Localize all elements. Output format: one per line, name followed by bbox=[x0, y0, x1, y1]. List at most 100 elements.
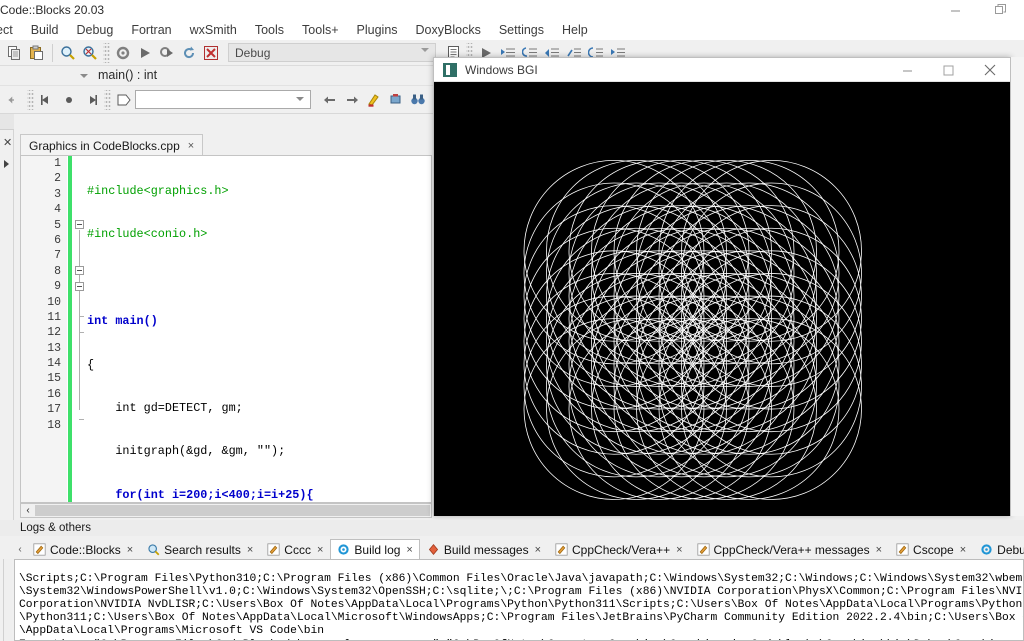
close-icon[interactable]: × bbox=[406, 544, 412, 556]
build-log-output[interactable]: \Scripts;C:\Program Files\Python310;C:\P… bbox=[14, 559, 1024, 641]
build-and-run-icon[interactable] bbox=[156, 41, 178, 65]
minimize-button[interactable] bbox=[932, 0, 978, 20]
close-icon[interactable]: × bbox=[960, 544, 966, 556]
menu-tools[interactable]: Tools bbox=[246, 20, 293, 40]
jump-back-icon[interactable] bbox=[36, 88, 58, 112]
pencil-icon bbox=[267, 543, 280, 556]
close-icon[interactable]: × bbox=[317, 544, 323, 556]
close-icon[interactable]: × bbox=[876, 544, 882, 556]
menu-build[interactable]: Build bbox=[22, 20, 68, 40]
circle-grid-graphic bbox=[434, 82, 1010, 516]
fold-margin[interactable] bbox=[73, 156, 87, 502]
search-input[interactable] bbox=[135, 90, 311, 109]
expand-panel-icon[interactable] bbox=[4, 160, 9, 168]
log-tab-cscope[interactable]: Cscope × bbox=[889, 539, 973, 560]
bgi-maximize-button[interactable] bbox=[928, 58, 969, 82]
rebuild-icon[interactable] bbox=[178, 41, 200, 65]
logs-tabstrip: ‹ Code::Blocks × Search results × Cccc ×… bbox=[14, 538, 1024, 560]
jump-forward-icon[interactable] bbox=[80, 88, 102, 112]
copy-icon[interactable] bbox=[4, 41, 26, 65]
log-tab-cppcheck-vera-messages[interactable]: CppCheck/Vera++ messages × bbox=[690, 539, 890, 560]
restore-button[interactable] bbox=[978, 0, 1024, 20]
fold-box-line5[interactable] bbox=[75, 220, 84, 229]
windows-bgi-window[interactable]: Windows BGI bbox=[433, 57, 1011, 516]
menu-project[interactable]: ect bbox=[0, 20, 22, 40]
toolbar-grip-search[interactable] bbox=[104, 89, 111, 110]
close-icon[interactable]: × bbox=[676, 544, 682, 556]
editor-tab-graphics-cpp[interactable]: Graphics in CodeBlocks.cpp × bbox=[20, 134, 204, 156]
code-line-2: #include<conio.h> bbox=[87, 227, 431, 242]
close-icon[interactable]: × bbox=[127, 544, 133, 556]
jump-current-icon[interactable] bbox=[58, 88, 80, 112]
log-tab-cppcheck-vera[interactable]: CppCheck/Vera++ × bbox=[548, 539, 690, 560]
line-number: 8 bbox=[54, 264, 61, 278]
close-icon[interactable]: × bbox=[535, 544, 541, 556]
line-number: 11 bbox=[47, 310, 61, 324]
log-line: \System32\WindowsPowerShell\v1.0;C:\Wind… bbox=[19, 586, 1024, 599]
paste-icon[interactable] bbox=[26, 41, 48, 65]
run-icon[interactable] bbox=[134, 41, 156, 65]
window-controls bbox=[932, 0, 1024, 20]
codeblocks-window: Code::Blocks 20.03 ect Build Debug Fortr… bbox=[0, 0, 1024, 641]
menu-settings[interactable]: Settings bbox=[490, 20, 553, 40]
menu-debug[interactable]: Debug bbox=[67, 20, 122, 40]
editor-tabstrip: Graphics in CodeBlocks.cpp × bbox=[20, 134, 204, 156]
bgi-window-controls bbox=[887, 58, 1010, 82]
log-tab-debugger[interactable]: Debugger × bbox=[973, 539, 1024, 560]
code-editor[interactable]: 1 2 3 4 5 6 7 8 9 10 11 12 13 14 15 16 1… bbox=[20, 155, 432, 503]
close-icon[interactable]: ✕ bbox=[3, 136, 12, 149]
fold-box-line9[interactable] bbox=[75, 282, 84, 291]
bgi-close-button[interactable] bbox=[969, 58, 1010, 82]
build-target-combo[interactable]: Debug bbox=[228, 43, 436, 62]
search-target-icon[interactable] bbox=[113, 88, 135, 112]
tabs-scroll-left[interactable]: ‹ bbox=[14, 540, 26, 560]
highlight-icon[interactable] bbox=[363, 88, 385, 112]
scope-selector[interactable] bbox=[60, 67, 94, 85]
bookmark-icon[interactable] bbox=[385, 88, 407, 112]
scroll-left-icon[interactable]: ‹ bbox=[21, 505, 35, 516]
menu-tools-plus[interactable]: Tools+ bbox=[293, 20, 347, 40]
build-icon[interactable] bbox=[112, 41, 134, 65]
prev-changed-line-icon[interactable] bbox=[3, 88, 25, 112]
code-line-text: int gd=DETECT, gm; bbox=[87, 400, 243, 415]
log-tab-build-messages[interactable]: Build messages × bbox=[420, 539, 548, 560]
line-number: 3 bbox=[54, 187, 61, 201]
fold-end-line12 bbox=[79, 332, 84, 333]
replace-icon[interactable] bbox=[79, 41, 101, 65]
menu-fortran[interactable]: Fortran bbox=[122, 20, 180, 40]
menu-doxyblocks[interactable]: DoxyBlocks bbox=[407, 20, 490, 40]
toolbar-grip[interactable] bbox=[103, 42, 110, 63]
log-line: Corporation\NVIDIA NvDLISR;C:\Users\Box … bbox=[19, 599, 1023, 612]
log-tab-cccc[interactable]: Cccc × bbox=[260, 539, 330, 560]
toolbar-grip-nav[interactable] bbox=[27, 89, 34, 110]
binoculars-icon[interactable] bbox=[407, 88, 429, 112]
log-tab-build-log[interactable]: Build log × bbox=[330, 539, 420, 560]
code-line-text: { bbox=[87, 357, 95, 372]
close-icon[interactable]: × bbox=[247, 544, 253, 556]
search-prev-icon[interactable] bbox=[319, 88, 341, 112]
editor-horizontal-scrollbar[interactable]: ‹ bbox=[20, 503, 432, 518]
window-title: Code::Blocks 20.03 bbox=[0, 3, 105, 17]
find-icon[interactable] bbox=[57, 41, 79, 65]
menu-wxsmith[interactable]: wxSmith bbox=[181, 20, 246, 40]
close-icon[interactable]: × bbox=[188, 140, 194, 152]
menu-plugins[interactable]: Plugins bbox=[348, 20, 407, 40]
abort-icon[interactable] bbox=[200, 41, 222, 65]
log-vertical-scrollbar[interactable] bbox=[3, 559, 12, 641]
line-number: 5 bbox=[54, 218, 61, 232]
change-marker-bar bbox=[68, 156, 72, 502]
bgi-minimize-button[interactable] bbox=[887, 58, 928, 82]
log-tab-codeblocks[interactable]: Code::Blocks × bbox=[26, 539, 140, 560]
log-tab-label: Search results bbox=[164, 542, 241, 557]
bgi-graphics-canvas bbox=[434, 82, 1010, 516]
menu-help[interactable]: Help bbox=[553, 20, 597, 40]
log-tab-search-results[interactable]: Search results × bbox=[140, 539, 260, 560]
code-text[interactable]: #include<graphics.h> #include<conio.h> i… bbox=[87, 156, 431, 502]
scope-function-label[interactable]: main() : int bbox=[98, 68, 157, 82]
management-panel-tab[interactable] bbox=[0, 114, 14, 130]
code-line-text: int main() bbox=[87, 314, 158, 329]
scrollbar-thumb[interactable] bbox=[35, 505, 430, 516]
search-next-icon[interactable] bbox=[341, 88, 363, 112]
line-number: 7 bbox=[54, 249, 61, 263]
fold-box-line8[interactable] bbox=[75, 266, 84, 275]
